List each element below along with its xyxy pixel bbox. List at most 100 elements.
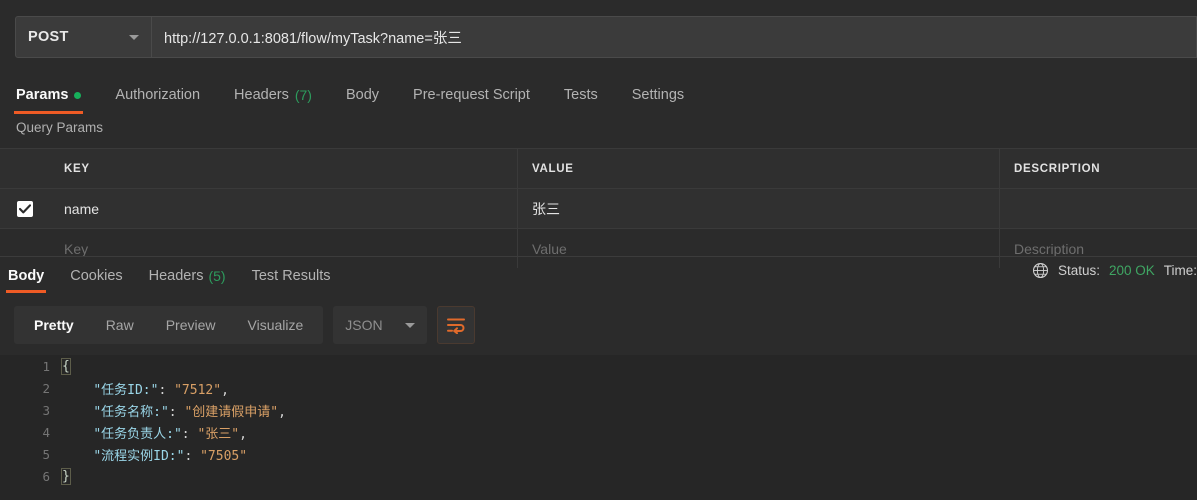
response-format-bar: Pretty Raw Preview Visualize JSON: [14, 306, 476, 344]
active-tab-indicator: [14, 111, 84, 114]
response-body-editor[interactable]: 1{2 "任务ID:": "7512", 3 "任务名称:": "创建请假申请",…: [0, 355, 1197, 500]
empty-key-placeholder: Key: [64, 240, 89, 257]
http-method-label: POST: [28, 29, 69, 45]
request-tab-pre-request-script[interactable]: Pre-request Script: [413, 76, 530, 114]
table-row[interactable]: name 张三: [0, 188, 1197, 228]
chevron-down-icon: [405, 322, 416, 328]
format-tab-raw[interactable]: Raw: [90, 306, 150, 344]
format-tab-preview[interactable]: Preview: [150, 306, 232, 344]
code-content: "流程实例ID:": "7505": [62, 445, 247, 464]
line-number: 3: [42, 402, 50, 418]
code-line: 1{: [0, 355, 1197, 377]
active-tab-indicator: [6, 290, 47, 293]
response-language-label: JSON: [345, 317, 383, 333]
response-tab-label: Cookies: [70, 268, 123, 284]
query-params-label: Query Params: [16, 120, 104, 135]
format-tab-group: Pretty Raw Preview Visualize: [14, 306, 324, 344]
status-badge: 200 OK: [1108, 263, 1155, 278]
param-key-cell[interactable]: name: [50, 189, 518, 228]
wrap-lines-button[interactable]: [437, 306, 476, 344]
format-tab-pretty[interactable]: Pretty: [18, 306, 90, 344]
time-label: Time:: [1163, 263, 1197, 278]
code-line: 3 "任务名称:": "创建请假申请",: [0, 399, 1197, 421]
code-token-punc: [62, 449, 93, 464]
code-token-punc: :: [158, 382, 175, 398]
row-enabled-checkbox[interactable]: [17, 200, 33, 217]
code-token-str: "张三": [197, 426, 240, 442]
row-checkbox-cell: [0, 189, 50, 228]
url-input[interactable]: http://127.0.0.1:8081/flow/myTask?name=张…: [152, 16, 1197, 58]
param-value-value: 张三: [532, 200, 560, 217]
response-tab-label: Test Results: [251, 268, 331, 284]
code-line: 5 "流程实例ID:": "7505": [0, 443, 1197, 465]
modified-dot-icon: [74, 91, 82, 99]
request-tab-label: Params: [16, 87, 69, 103]
code-content: "任务ID:": "7512",: [62, 379, 229, 398]
url-value: http://127.0.0.1:8081/flow/myTask?name=张…: [164, 30, 462, 47]
code-token-punc: :: [168, 404, 185, 420]
request-tabs: Params Authorization Headers (7) Body Pre-req…: [0, 76, 1197, 116]
code-token-key: "任务ID:": [93, 382, 159, 398]
response-language-select[interactable]: JSON: [333, 306, 428, 344]
code-token-punc: :: [184, 448, 201, 464]
response-status-bar: Status: 200 OK Time:: [1032, 262, 1197, 279]
request-tab-label: Body: [345, 87, 380, 103]
empty-value-placeholder: Value: [532, 240, 567, 257]
column-header-key: KEY: [64, 162, 90, 175]
http-method-select[interactable]: POST: [15, 16, 152, 58]
response-tab-count: (5): [208, 268, 226, 284]
response-tab-headers[interactable]: Headers (5): [149, 259, 226, 293]
postman-window: POST http://127.0.0.1:8081/flow/myTask?n…: [0, 0, 1197, 500]
request-url-bar: POST http://127.0.0.1:8081/flow/myTask?n…: [0, 0, 1197, 67]
chevron-down-icon: [129, 34, 139, 40]
code-token-key: "任务名称:": [93, 404, 169, 420]
code-token-key: "流程实例ID:": [93, 448, 185, 464]
column-header-description: DESCRIPTION: [1014, 162, 1101, 175]
code-line: 6}: [0, 465, 1197, 487]
code-token-brace: }: [61, 467, 71, 485]
response-tab-body[interactable]: Body: [6, 259, 47, 293]
param-value-cell[interactable]: 张三: [518, 189, 1000, 228]
code-token-brace: {: [61, 357, 71, 375]
request-tab-label: Headers: [234, 87, 289, 103]
param-description-cell[interactable]: [1000, 189, 1197, 228]
table-header-row: KEY VALUE DESCRIPTION: [0, 148, 1197, 188]
response-tab-cookies[interactable]: Cookies: [70, 259, 122, 293]
code-content: "任务负责人:": "张三",: [62, 423, 247, 442]
code-token-punc: [62, 405, 93, 420]
response-divider: [0, 256, 1197, 257]
line-number: 5: [42, 446, 50, 462]
response-tab-test-results[interactable]: Test Results: [252, 259, 331, 293]
code-token-punc: ,: [221, 382, 229, 398]
param-key-value: name: [64, 200, 100, 217]
code-line: 4 "任务负责人:": "张三",: [0, 421, 1197, 443]
line-number: 2: [42, 380, 50, 396]
code-token-punc: [62, 383, 93, 398]
request-tab-authorization[interactable]: Authorization: [115, 76, 200, 114]
empty-description-placeholder: Description: [1014, 240, 1085, 257]
request-tab-body[interactable]: Body: [346, 76, 379, 114]
wrap-lines-icon: [447, 318, 466, 334]
request-tab-tests[interactable]: Tests: [564, 76, 598, 114]
request-tab-settings[interactable]: Settings: [632, 76, 684, 114]
code-token-punc: [62, 427, 93, 442]
code-token-key: "任务负责人:": [93, 426, 182, 442]
request-tab-headers[interactable]: Headers (7): [234, 76, 312, 114]
query-params-table: KEY VALUE DESCRIPTION name 张三 Key Value …: [0, 148, 1197, 268]
code-token-punc: :: [181, 426, 198, 442]
line-number: 1: [42, 358, 50, 374]
code-content: "任务名称:": "创建请假申请",: [62, 401, 286, 420]
code-token-str: "创建请假申请": [184, 404, 279, 420]
request-tab-label: Pre-request Script: [413, 87, 530, 103]
code-content: }: [61, 467, 71, 485]
response-tabs: Body Cookies Headers (5) Test Results: [0, 259, 1197, 295]
request-tab-label: Authorization: [115, 87, 201, 103]
format-tab-visualize[interactable]: Visualize: [232, 306, 320, 344]
code-token-str: "7512": [174, 382, 222, 398]
response-tab-label: Body: [8, 268, 45, 284]
globe-icon: [1032, 262, 1048, 279]
request-tab-count: (7): [294, 87, 312, 103]
request-tab-params[interactable]: Params: [14, 76, 84, 114]
response-tab-label: Headers: [148, 268, 204, 284]
request-tab-label: Tests: [563, 87, 598, 103]
